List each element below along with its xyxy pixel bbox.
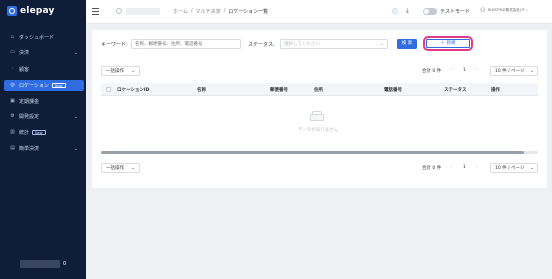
chevron-down-icon: ⌄ [530,69,534,74]
sidebar-item-label: 簡単決済 [19,146,40,152]
sidebar-item-label: 定期課金 [19,99,40,105]
sidebar-item-customer[interactable]: ◦ 顧客 [4,64,84,75]
breadcrumb-multi-payment[interactable]: マルチ決済 [196,8,221,15]
column-postal-code[interactable]: 郵便番号 [270,87,288,93]
empty-message: データがありません [297,128,339,133]
download-icon[interactable]: ⤓ [406,7,409,15]
chevron-down-icon: ⌄ [73,113,78,120]
batch-action-select[interactable]: 一括操作 ⌄ [101,66,140,76]
next-page-icon[interactable]: › [476,164,478,170]
chevron-down-icon: ⌄ [530,166,534,171]
chevron-down-icon: ⌄ [73,49,78,56]
column-location-id[interactable]: ロケーションID [117,87,149,93]
chevron-down-icon: ⌄ [131,69,135,74]
table-header: ロケーションID 名称 郵便番号 住所 電話番号 ステータス 操作 [101,83,538,96]
sidebar-item-label: ロケーション [19,83,49,89]
total-count-bottom: 合計 0 件 [422,166,442,171]
per-page-value: 10 件 / ページ [495,69,525,74]
account-name-blurred[interactable] [20,260,60,268]
account-count: 0 [63,261,67,267]
sidebar-item-subscription[interactable]: ▣ 定期課金 [4,96,84,107]
search-button[interactable]: 検 索 [397,39,417,49]
current-page-bottom[interactable]: 1 [463,165,466,170]
total-count: 合計 0 件 [422,69,442,74]
sidebar-item-developer[interactable]: ⚙ 開発設定 ⌄ [4,111,84,122]
per-page-select-bottom[interactable]: 10 件 / ページ ⌄ [490,163,538,173]
per-page-value: 10 件 / ページ [495,166,525,171]
empty-box-icon [310,111,324,121]
keyword-input[interactable] [131,39,241,49]
breadcrumb-home[interactable]: ホーム [173,8,188,15]
status-select-placeholder: 選択してください [284,42,320,47]
column-name[interactable]: 名称 [197,87,206,93]
batch-action-select-bottom[interactable]: 一括操作 ⌄ [101,163,140,173]
select-all-checkbox[interactable] [106,87,111,92]
sidebar-item-label: 顧客 [19,67,30,73]
sidebar-item-location[interactable]: ◎ ロケーション New [4,80,84,91]
brand-logo[interactable]: elepay [7,6,55,16]
dashboard-icon: ▫ [10,34,15,40]
sidebar-item-label: ダッシュボード [19,35,55,41]
scrollbar-thumb[interactable] [101,151,524,154]
project-name-blurred[interactable] [126,8,160,15]
sidebar-item-dashboard[interactable]: ▫ ダッシュボード [4,32,84,43]
status-select[interactable]: 選択してください ⌄ [280,39,388,49]
chevron-down-icon: ⌄ [379,41,384,47]
sidebar-item-payment[interactable]: ▭ 決済 ⌄ [4,47,84,58]
user-name[interactable]: ELESTYLE株式会社(テ... [488,8,528,13]
column-status[interactable]: ステータス [444,87,467,93]
easy-pay-icon: ▤ [10,145,15,151]
menu-toggle-icon[interactable] [92,8,99,15]
chevron-down-icon: ⌄ [131,166,135,171]
sidebar-item-label: 開発設定 [19,114,40,120]
breadcrumb: ホーム / マルチ決済 / ロケーション一覧 [173,8,269,15]
user-icon[interactable]: ⚇ [480,7,485,14]
column-address[interactable]: 住所 [314,87,323,93]
payment-icon: ▭ [10,49,15,55]
stats-icon: ▥ [10,129,15,135]
new-badge: New [51,83,66,88]
brand-name: elepay [20,6,55,16]
elepay-logo-icon [7,6,17,16]
keyword-label: キーワード: [101,42,128,48]
sidebar: elepay ▫ ダッシュボード ▭ 決済 ⌄ ◦ 顧客 ◎ ロケーション Ne… [0,0,86,279]
prev-page-icon[interactable]: ‹ [450,164,452,170]
chevron-down-icon: ⌄ [73,145,78,152]
sidebar-item-stats[interactable]: ▥ 統計 New [4,127,84,138]
help-icon[interactable]: ⓘ [392,7,398,16]
location-icon: ◎ [10,82,15,88]
customer-icon: ◦ [11,66,14,72]
top-header: ホーム / マルチ決済 / ロケーション一覧 ⓘ ⤓ テストモード ⚇ ELES… [86,0,552,24]
prev-page-icon[interactable]: ‹ [450,67,452,73]
developer-icon: ⚙ [10,113,15,119]
new-badge: New [32,130,46,135]
breadcrumb-current: ロケーション一覧 [228,9,269,15]
next-page-icon[interactable]: › [476,67,478,73]
subscription-icon: ▣ [10,98,15,104]
new-button[interactable]: ＋ 新規 [426,39,470,48]
column-actions: 操作 [491,88,500,93]
per-page-select[interactable]: 10 件 / ページ ⌄ [490,66,538,76]
sidebar-item-easy-pay[interactable]: ▤ 簡単決済 ⌄ [4,143,84,154]
project-icon [116,8,122,14]
location-list-card: キーワード: ステータス: 選択してください ⌄ 検 索 ＋ 新規 一括操作 ⌄… [92,30,547,188]
horizontal-scrollbar[interactable] [101,151,538,154]
batch-action-label: 一括操作 [106,69,124,74]
test-mode-toggle[interactable] [423,8,437,15]
sidebar-item-label: 統計 [19,130,30,136]
column-phone[interactable]: 電話番号 [384,87,402,93]
sidebar-item-label: 決済 [19,50,30,56]
status-label: ステータス: [248,42,275,48]
test-mode-label: テストモード [440,9,471,15]
current-page[interactable]: 1 [463,68,466,73]
batch-action-label: 一括操作 [106,166,124,171]
